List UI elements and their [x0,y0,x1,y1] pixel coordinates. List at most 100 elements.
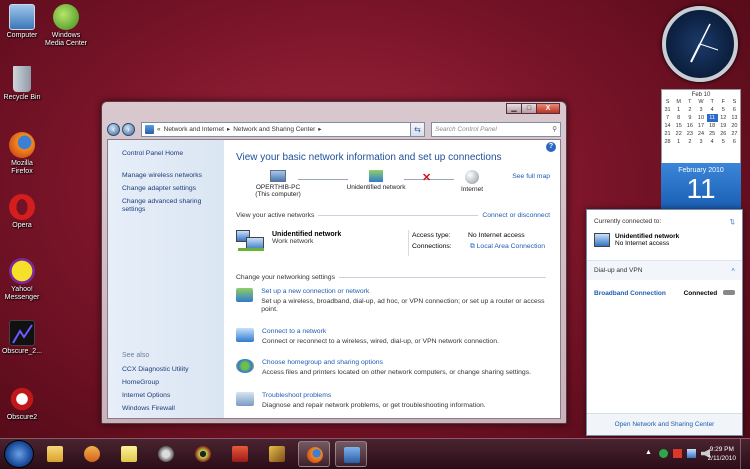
back-button[interactable]: ‹ [107,122,120,136]
taskbar-firefox[interactable] [298,441,330,467]
taskbar-app-7[interactable] [261,441,293,467]
network-sharing-center-window: ▁ □ X ‹ › « Network and Internet ▸ Netwo… [101,101,567,424]
taskbar-media-player[interactable] [76,441,108,467]
dialup-vpn-section[interactable]: Dial-up and VPN ˄ [587,261,742,280]
calendar-day[interactable]: 2 [684,138,695,146]
homegroup-sharing-link[interactable]: Choose homegroup and sharing options [262,359,531,366]
tray-app-icon-2[interactable] [673,449,682,458]
change-advanced-sharing-link[interactable]: Change advanced sharing settings [122,198,224,214]
show-desktop-button[interactable] [740,439,750,469]
taskbar-notes[interactable] [113,441,145,467]
address-bar[interactable]: « Network and Internet ▸ Network and Sha… [141,121,411,137]
connect-or-disconnect-link[interactable]: Connect or disconnect [482,212,550,219]
forward-button[interactable]: › [122,122,135,136]
help-icon[interactable]: ? [546,142,556,152]
calendar-day-panel[interactable]: February 2010 11 [661,163,741,209]
clock-gadget[interactable] [662,6,738,82]
calendar-day[interactable]: 21 [662,130,673,138]
calendar-day[interactable]: 16 [684,122,695,130]
calendar-day[interactable]: 26 [718,130,729,138]
open-network-sharing-center-link[interactable]: Open Network and Sharing Center [587,413,742,435]
taskbar-explorer[interactable] [39,441,71,467]
desktop-icon-obscure[interactable]: Obscure_2... [0,320,44,356]
broadband-connection-item[interactable]: Broadband Connection Connected [587,280,742,307]
calendar-day[interactable]: 28 [662,138,673,146]
control-panel-home-link[interactable]: Control Panel Home [122,150,224,158]
calendar-day[interactable]: 17 [695,122,706,130]
calendar-day[interactable]: 18 [707,122,718,130]
homegroup-link[interactable]: HomeGroup [122,379,188,387]
search-input[interactable]: Search Control Panel ⚲ [431,121,561,137]
calendar-day[interactable]: 4 [707,138,718,146]
calendar-day[interactable]: 14 [662,122,673,130]
taskbar-clock[interactable]: 9:29 PM 2/11/2010 [708,445,736,463]
windows-firewall-link[interactable]: Windows Firewall [122,405,188,413]
desktop-icon-obscure2[interactable]: Obscure2 [0,386,44,422]
calendar-day[interactable]: 22 [673,130,684,138]
calendar-day[interactable]: 7 [662,114,673,122]
calendar-day-selected[interactable]: 11 [706,114,718,122]
calendar-day[interactable]: 6 [729,106,740,114]
calendar-day[interactable]: 31 [662,106,673,114]
desktop-icon-opera[interactable]: Opera [0,194,44,230]
desktop-icon-computer[interactable]: Computer [0,4,44,40]
calendar-day[interactable]: 5 [718,106,729,114]
calendar-day[interactable]: 23 [684,130,695,138]
maximize-button[interactable]: □ [521,103,537,114]
calendar-day[interactable]: 15 [673,122,684,130]
breadcrumb-network-and-internet[interactable]: Network and Internet [164,126,224,133]
modem-icon [723,290,735,295]
map-node-network[interactable]: Unidentified network [342,170,410,191]
troubleshoot-problems-link[interactable]: Troubleshoot problems [262,392,486,399]
calendar-day[interactable]: 13 [729,114,740,122]
calendar-day[interactable]: 2 [684,106,695,114]
taskbar-app-4[interactable] [150,441,182,467]
setup-connection-link[interactable]: Set up a new connection or network [261,288,550,295]
desktop-icon-recycle-bin[interactable]: Recycle Bin [0,66,44,102]
breadcrumb-network-and-sharing-center[interactable]: Network and Sharing Center [233,126,315,133]
local-area-connection-link[interactable]: Local Area Connection [477,243,545,250]
start-button[interactable] [4,440,34,468]
calendar-day[interactable]: 12 [718,114,729,122]
homegroup-icon [236,359,254,373]
current-network-item[interactable]: Unidentified network No Internet access [587,229,742,261]
eye-icon [195,446,211,462]
calendar-day[interactable]: 24 [695,130,706,138]
taskbar-app-5[interactable] [187,441,219,467]
network-type-link[interactable]: Work network [272,238,313,245]
calendar-day[interactable]: 10 [695,114,706,122]
calendar-day[interactable]: 27 [729,130,740,138]
calendar-day[interactable]: 20 [729,122,740,130]
calendar-day[interactable]: 3 [695,138,706,146]
calendar-day[interactable]: 4 [707,106,718,114]
calendar-day[interactable]: 25 [707,130,718,138]
manage-wireless-networks-link[interactable]: Manage wireless networks [122,172,224,180]
desktop-icon-firefox[interactable]: Mozilla Firefox [0,132,44,176]
calendar-day[interactable]: 9 [684,114,695,122]
calendar-day[interactable]: 1 [673,106,684,114]
connect-to-network-link[interactable]: Connect to a network [262,328,499,335]
recycle-bin-icon [13,66,31,92]
internet-options-link[interactable]: Internet Options [122,392,188,400]
change-adapter-settings-link[interactable]: Change adapter settings [122,185,224,193]
calendar-day[interactable]: 5 [718,138,729,146]
desktop-icon-media-center[interactable]: Windows Media Center [44,4,88,48]
ccx-diagnostic-link[interactable]: CCX Diagnostic Utility [122,366,188,374]
calendar-day[interactable]: 19 [718,122,729,130]
network-tray-icon[interactable] [687,449,696,458]
taskbar-app-6[interactable] [224,441,256,467]
desktop-icon-yahoo[interactable]: Yahoo! Messenger [0,258,44,302]
minimize-button[interactable]: ▁ [506,103,522,114]
calendar-day[interactable]: 1 [673,138,684,146]
taskbar-control-panel[interactable] [335,441,367,467]
tray-arrow-icon[interactable]: ▲ [645,449,654,458]
tray-app-icon[interactable] [659,449,668,458]
lan-connection-icon: ⧉ [469,243,475,250]
refresh-icon[interactable]: ⇅ [730,218,735,226]
calendar-day[interactable]: 8 [673,114,684,122]
refresh-button[interactable]: ⇆ [411,121,425,137]
task-setup-connection: Set up a new connection or network Set u… [236,288,550,314]
calendar-day[interactable]: 3 [695,106,706,114]
close-button[interactable]: X [536,103,560,114]
calendar-day[interactable]: 6 [729,138,740,146]
